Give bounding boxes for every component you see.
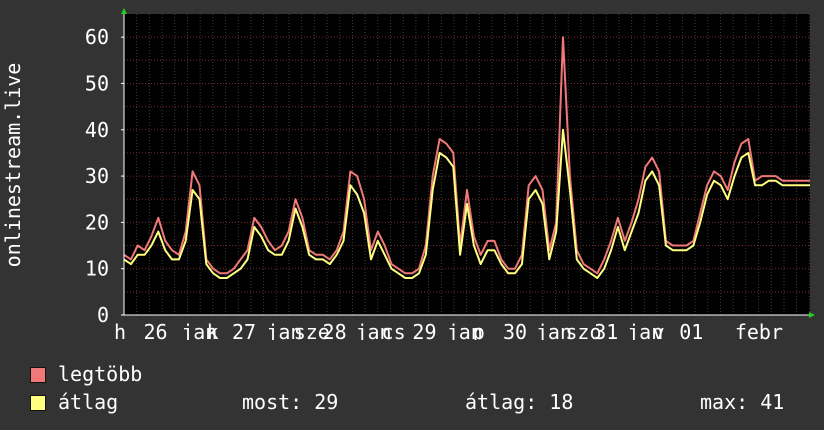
stat-max: max: 41 — [700, 391, 784, 413]
stat-max-label: max: — [700, 390, 749, 414]
y-axis-label: onlinestream.live — [1, 63, 25, 268]
x-tick-label: h — [114, 320, 126, 340]
y-tick-labels: 0 10 20 30 40 50 60 — [85, 25, 124, 327]
stat-now-value: 29 — [314, 390, 339, 414]
x-tick-label: 01 — [679, 320, 703, 340]
x-tick-label: 28 — [323, 320, 347, 340]
legend-label-max: legtöbb — [58, 362, 143, 386]
x-tick-label: 26 — [143, 320, 167, 340]
x-axis-arrow-icon — [809, 312, 815, 318]
stat-now: most: 29 — [242, 391, 338, 413]
stat-avg: átlag: 18 — [465, 391, 573, 413]
y-tick-label: 20 — [85, 210, 109, 234]
x-tick-label: k — [207, 320, 219, 340]
legend-swatch-avg — [30, 395, 46, 411]
y-tick-label: 50 — [85, 71, 109, 95]
y-tick-label: 0 — [97, 303, 109, 327]
x-tick-label: 27 — [232, 320, 256, 340]
x-tick-labels: h 26 jank 27 jansze28 jancs 29 janp 30 janszo31 ja… — [114, 320, 783, 340]
x-tick-label: febr — [735, 320, 783, 340]
y-tick-label: 60 — [85, 25, 109, 49]
y-axis-arrow-icon — [121, 8, 127, 14]
stat-avg-value: 18 — [549, 390, 574, 414]
y-tick-label: 30 — [85, 164, 109, 188]
x-tick-label: v — [653, 320, 665, 340]
x-tick-label: p — [473, 320, 485, 340]
line-chart: 0102030405060 h 26 jank 27 jansze28 jancs 29 ja… — [1, 8, 815, 340]
legend-row-avg: átlag most: 29 átlag: 18 max: 41 — [30, 391, 810, 413]
y-tick-label: 10 — [85, 257, 109, 281]
stat-max-value: 41 — [760, 390, 785, 414]
legend-swatch-max — [30, 367, 46, 383]
stat-now-label: most: — [242, 390, 303, 414]
x-tick-label: 30 — [503, 320, 527, 340]
x-tick-label: 31 — [594, 320, 618, 340]
y-tick-label: 40 — [85, 118, 109, 142]
legend-label-avg: átlag — [58, 390, 119, 414]
stat-avg-label: átlag: — [465, 390, 538, 414]
x-tick-label: cs — [382, 320, 406, 340]
x-tick-label: 29 — [412, 320, 436, 340]
